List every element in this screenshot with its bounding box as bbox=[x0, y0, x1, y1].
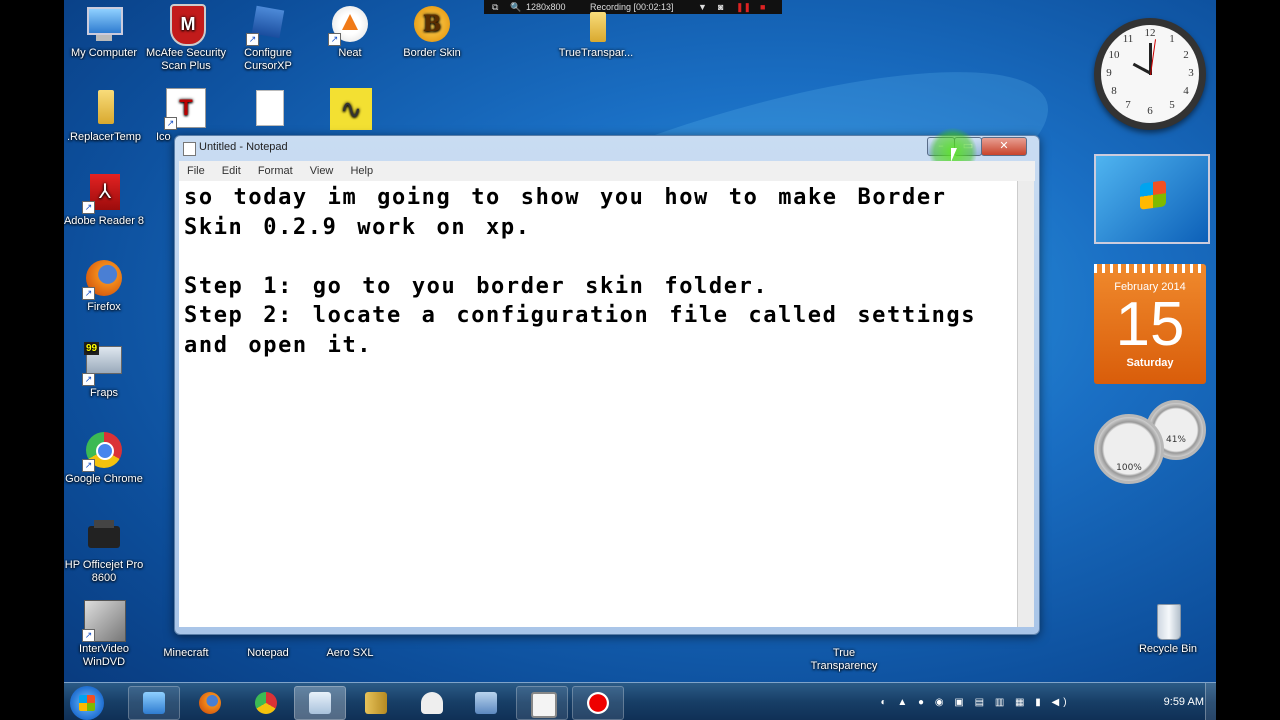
windows-logo-icon bbox=[79, 695, 95, 711]
text-editor[interactable]: so today im going to show you how to mak… bbox=[179, 181, 1017, 627]
window-title: Untitled - Notepad bbox=[199, 141, 288, 153]
ico-icon: T ↗ bbox=[164, 88, 206, 130]
printer-icon bbox=[84, 516, 124, 556]
clock-gadget[interactable]: 12 1 2 3 4 5 6 7 8 9 10 11 bbox=[1094, 18, 1206, 130]
taskbar-archive[interactable] bbox=[350, 686, 402, 720]
waveform-icon: ∿ bbox=[330, 88, 372, 130]
desktop-icon-adobe-reader[interactable]: ⅄ ↗ Adobe Reader 8 bbox=[64, 172, 146, 228]
menu-help[interactable]: Help bbox=[350, 165, 373, 177]
pdf-icon: ⅄ ↗ bbox=[82, 172, 124, 214]
menu-edit[interactable]: Edit bbox=[222, 165, 241, 177]
desktop-icon-audio[interactable]: ∿ bbox=[308, 88, 392, 131]
calendar-gadget[interactable]: February 2014 15 Saturday bbox=[1094, 264, 1206, 384]
calendar-day: 15 bbox=[1115, 290, 1185, 359]
cpu-meter[interactable]: 100% bbox=[1094, 414, 1164, 484]
desktop-icon-cursorxp[interactable]: ↗ Configure CursorXP bbox=[226, 4, 310, 73]
cursor-icon: ↗ bbox=[246, 4, 288, 46]
media-icon bbox=[475, 692, 497, 714]
windvd-icon: ↗ bbox=[82, 600, 126, 642]
desktop-icon-border-skin[interactable]: B Border Skin bbox=[390, 4, 474, 60]
letterbox-right bbox=[1216, 0, 1280, 720]
desktop-icon-replacertemp[interactable]: .ReplacerTemp bbox=[64, 88, 146, 144]
menu-bar: File Edit Format View Help bbox=[179, 161, 1035, 181]
taskbar-window[interactable] bbox=[516, 686, 568, 720]
hat-icon bbox=[421, 692, 443, 714]
computer-icon bbox=[143, 692, 165, 714]
editor-content: so today im going to show you how to mak… bbox=[184, 185, 977, 358]
stop-icon[interactable]: ■ bbox=[760, 0, 765, 14]
vertical-scrollbar[interactable] bbox=[1017, 181, 1034, 627]
menu-format[interactable]: Format bbox=[258, 165, 293, 177]
clock-face: 12 1 2 3 4 5 6 7 8 9 10 11 bbox=[1101, 25, 1199, 123]
window-icon bbox=[531, 692, 557, 718]
folder-icon bbox=[84, 88, 124, 128]
system-tray: ◐ ▲ ● ◉ ▣ ▤ ▥ ▦ ▮ ◀) 9:59 AM bbox=[881, 683, 1204, 720]
notepad-app-icon bbox=[183, 142, 196, 156]
archive-icon bbox=[365, 692, 387, 714]
letterbox-left bbox=[0, 0, 64, 720]
windows-logo-icon bbox=[1140, 180, 1166, 210]
desktop-icon-mcafee[interactable]: M McAfee Security Scan Plus bbox=[144, 4, 228, 73]
taskbar: ◐ ▲ ● ◉ ▣ ▤ ▥ ▦ ▮ ◀) 9:59 AM bbox=[64, 682, 1216, 720]
taskbar-recorder[interactable] bbox=[572, 686, 624, 720]
desktop-icon-truetransparency-top[interactable]: TrueTranspar... bbox=[554, 4, 638, 60]
tray-icons[interactable]: ◐ ▲ ● ◉ ▣ ▤ ▥ ▦ ▮ ◀) bbox=[881, 697, 1071, 708]
taskbar-media[interactable] bbox=[460, 686, 512, 720]
desktop: ⧉ 🔍 1280x800 Recording [00:02:13] ▼ ◙ ❚❚… bbox=[64, 0, 1216, 720]
record-icon bbox=[587, 692, 609, 714]
notepad-icon bbox=[309, 692, 331, 714]
desktop-icon-recycle-bin[interactable]: Recycle Bin bbox=[1126, 600, 1210, 656]
desktop-icon-windvd[interactable]: ↗ InterVideo WinDVD bbox=[64, 600, 146, 669]
computer-icon bbox=[84, 4, 124, 44]
desktop-icon-chrome[interactable]: ↗ Google Chrome bbox=[64, 430, 146, 486]
start-button[interactable] bbox=[70, 686, 104, 720]
mouse-pointer-icon bbox=[951, 148, 957, 162]
firefox-icon: ↗ bbox=[82, 258, 124, 300]
window-icon[interactable]: ⧉ bbox=[492, 0, 498, 14]
dropdown-icon[interactable]: ▼ bbox=[698, 0, 707, 14]
neat-icon: ↗ bbox=[328, 4, 370, 46]
document-icon bbox=[248, 88, 288, 128]
desktop-icon-document[interactable] bbox=[226, 88, 310, 131]
desktop-icon-neat[interactable]: ↗ Neat bbox=[308, 4, 392, 60]
chrome-icon: ↗ bbox=[82, 430, 124, 472]
folder-icon bbox=[576, 4, 616, 44]
mcafee-shield-icon: M bbox=[166, 4, 206, 46]
notepad-window[interactable]: Untitled - Notepad – ▭ ✕ File Edit Forma… bbox=[174, 128, 1040, 635]
desktop-icon-my-computer[interactable]: My Computer bbox=[64, 4, 146, 60]
fraps-icon: 99 ↗ bbox=[82, 342, 124, 386]
menu-view[interactable]: View bbox=[310, 165, 334, 177]
desktop-icon-ico[interactable]: T ↗ Ico bbox=[144, 88, 206, 144]
camera-icon[interactable]: ◙ bbox=[718, 0, 723, 14]
desktop-icon-fraps[interactable]: 99 ↗ Fraps bbox=[64, 342, 146, 400]
taskbar-app[interactable] bbox=[406, 686, 458, 720]
desktop-icon-hp-officejet[interactable]: HP Officejet Pro 8600 bbox=[64, 516, 146, 585]
tray-clock[interactable]: 9:59 AM bbox=[1164, 696, 1204, 708]
desktop-icon-firefox[interactable]: ↗ Firefox bbox=[64, 258, 146, 314]
slideshow-gadget[interactable] bbox=[1094, 154, 1210, 244]
recycle-bin-icon bbox=[1148, 600, 1188, 640]
taskbar-notepad[interactable] bbox=[294, 686, 346, 720]
close-button[interactable]: ✕ bbox=[981, 137, 1027, 156]
menu-file[interactable]: File bbox=[187, 165, 205, 177]
taskbar-chrome[interactable] bbox=[240, 686, 292, 720]
chrome-icon bbox=[255, 692, 277, 714]
border-skin-icon: B bbox=[412, 4, 452, 44]
show-desktop-button[interactable] bbox=[1205, 683, 1216, 720]
pause-icon[interactable]: ❚❚ bbox=[736, 0, 751, 14]
calendar-weekday: Saturday bbox=[1126, 357, 1174, 369]
taskbar-explorer[interactable] bbox=[128, 686, 180, 720]
taskbar-firefox[interactable] bbox=[184, 686, 236, 720]
zoom-icon[interactable]: 🔍 bbox=[510, 0, 521, 14]
firefox-icon bbox=[199, 692, 221, 714]
